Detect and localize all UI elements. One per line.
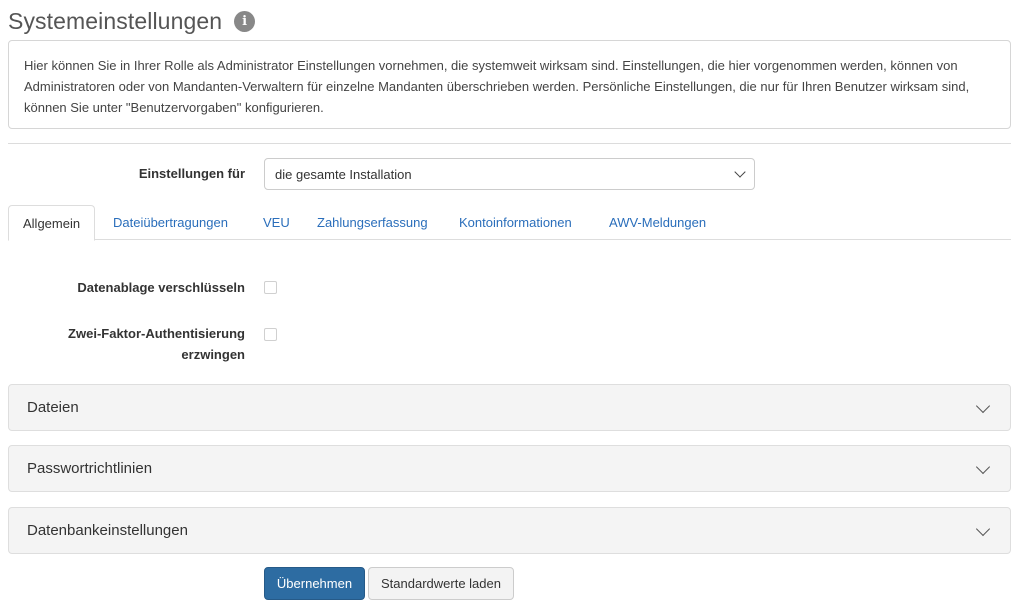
tab-zahlungserfassung[interactable]: Zahlungserfassung (317, 205, 428, 240)
two-factor-label: Zwei-Faktor-Authentisierung erzwingen (8, 323, 245, 365)
title-row: Systemeinstellungen i (8, 4, 256, 38)
tab-veu[interactable]: VEU (263, 205, 290, 240)
intro-text: Hier können Sie in Ihrer Rolle als Admin… (8, 40, 1011, 129)
panel-title: Passwortrichtlinien (27, 460, 153, 477)
panel-datenbankeinstellungen[interactable]: Datenbankeinstellungen (8, 507, 1011, 554)
panel-title: Dateien (27, 399, 79, 416)
tab-dateiuebertragungen[interactable]: Dateiübertragungen (113, 205, 228, 240)
info-icon[interactable]: i (234, 10, 256, 32)
panel-dateien[interactable]: Dateien (8, 384, 1011, 431)
divider (8, 143, 1011, 144)
tab-allgemein[interactable]: Allgemein (8, 205, 96, 241)
encrypt-storage-label: Datenablage verschlüsseln (77, 280, 245, 295)
chevron-down-icon (975, 398, 991, 413)
settings-scope-value: die gesamte Installation (275, 166, 412, 182)
chevron-down-icon (734, 166, 746, 178)
page-title: Systemeinstellungen (8, 7, 223, 34)
encrypt-storage-checkbox[interactable] (264, 281, 277, 294)
tab-awv-meldungen[interactable]: AWV-Meldungen (609, 205, 706, 240)
two-factor-checkbox[interactable] (264, 328, 277, 341)
two-factor-label-line1: Zwei-Faktor-Authentisierung (68, 326, 245, 341)
two-factor-label-line2: erzwingen (181, 347, 245, 362)
load-defaults-button[interactable]: Standardwerte laden (368, 567, 514, 600)
apply-button[interactable]: Übernehmen (264, 567, 365, 600)
tab-kontoinformationen[interactable]: Kontoinformationen (459, 205, 572, 240)
system-settings-page: Systemeinstellungen i Hier können Sie in… (0, 0, 1021, 613)
panel-title: Datenbankeinstellungen (27, 522, 188, 539)
settings-scope-select[interactable]: die gesamte Installation (264, 158, 755, 190)
settings-scope-label: Einstellungen für (138, 166, 245, 181)
chevron-down-icon (975, 459, 991, 474)
panel-passwortrichtlinien[interactable]: Passwortrichtlinien (8, 445, 1011, 492)
settings-tabs: Allgemein Dateiübertragungen VEU Zahlung… (8, 205, 1011, 241)
chevron-down-icon (975, 521, 991, 536)
